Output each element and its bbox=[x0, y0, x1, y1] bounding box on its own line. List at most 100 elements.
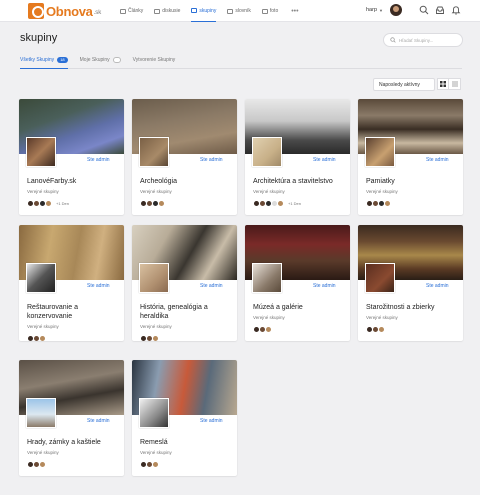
group-name[interactable]: Pamiatky bbox=[366, 177, 458, 186]
tab-count-badge bbox=[112, 57, 121, 63]
group-avatar[interactable] bbox=[252, 137, 282, 167]
nav-item-clanky[interactable]: Články bbox=[120, 0, 143, 22]
tab-my-groups[interactable]: Moje Skupiny bbox=[80, 54, 121, 69]
group-card[interactable]: Ste admin Múzeá a galérie Verejné skupin… bbox=[245, 225, 350, 341]
group-card[interactable]: Ste admin Starožitnosti a zbierky Verejn… bbox=[358, 225, 463, 341]
logo-suffix: .sk bbox=[93, 10, 102, 16]
inbox-icon[interactable] bbox=[435, 5, 445, 15]
group-avatar[interactable] bbox=[139, 263, 169, 293]
group-members bbox=[140, 335, 159, 341]
avatar[interactable] bbox=[277, 200, 284, 207]
group-card[interactable]: Ste admin Reštaurovanie a konzervovanie … bbox=[19, 225, 124, 341]
discussion-icon bbox=[154, 8, 161, 14]
avatar[interactable] bbox=[39, 335, 46, 341]
dictionary-icon bbox=[227, 8, 234, 14]
tab-label: Všetky Skupiny bbox=[20, 57, 55, 63]
admin-badge: Ste admin bbox=[200, 283, 223, 289]
group-members bbox=[27, 461, 46, 468]
user-menu[interactable]: harp ▼ bbox=[366, 4, 402, 16]
group-avatar[interactable] bbox=[139, 398, 169, 428]
group-card[interactable]: Ste admin Architektúra a stavitelstvo Ve… bbox=[245, 99, 350, 215]
avatar[interactable] bbox=[152, 335, 159, 341]
sort-select[interactable]: Naposledy aktívny bbox=[373, 78, 435, 91]
member-extra: +1 Den bbox=[56, 201, 70, 206]
nav-item-slovnik[interactable]: slovník bbox=[227, 0, 251, 22]
top-bar: Obnova .sk Články diskusie skupiny slovn… bbox=[0, 0, 480, 22]
group-type: Verejné skupiny bbox=[27, 324, 59, 329]
bell-icon[interactable] bbox=[451, 5, 461, 15]
group-name[interactable]: Archeológia bbox=[140, 177, 232, 186]
admin-badge: Ste admin bbox=[200, 418, 223, 424]
group-card[interactable]: Ste admin História, genealógia a heraldi… bbox=[132, 225, 237, 341]
admin-badge: Ste admin bbox=[426, 283, 449, 289]
admin-badge: Ste admin bbox=[313, 157, 336, 163]
group-avatar[interactable] bbox=[365, 137, 395, 167]
group-card[interactable]: Ste admin Hrady, zámky a kaštiele Verejn… bbox=[19, 360, 124, 476]
avatar[interactable] bbox=[384, 200, 391, 207]
group-avatar[interactable] bbox=[26, 263, 56, 293]
search-icon[interactable] bbox=[419, 5, 429, 15]
group-name[interactable]: Starožitnosti a zbierky bbox=[366, 303, 458, 312]
group-members: +1 Den bbox=[253, 200, 301, 207]
user-name: harp bbox=[366, 7, 378, 13]
group-name[interactable]: Múzeá a galérie bbox=[253, 303, 345, 312]
tab-create-group[interactable]: Vytvorenie Skupiny bbox=[133, 54, 176, 69]
group-name[interactable]: Hrady, zámky a kaštiele bbox=[27, 438, 119, 447]
avatar[interactable] bbox=[158, 200, 165, 207]
logo[interactable]: Obnova .sk bbox=[28, 3, 101, 19]
avatar[interactable] bbox=[389, 4, 402, 16]
tab-count-badge: 18 bbox=[57, 57, 68, 63]
main-nav: Články diskusie skupiny slovník foto ••• bbox=[120, 0, 299, 22]
nav-label: Články bbox=[128, 8, 144, 14]
tab-all-groups[interactable]: Všetky Skupiny 18 bbox=[20, 54, 68, 69]
groups-icon bbox=[191, 8, 198, 13]
nav-item-diskusie[interactable]: diskusie bbox=[154, 0, 180, 22]
tab-label: Vytvorenie Skupiny bbox=[132, 57, 176, 63]
group-card[interactable]: Ste admin Pamiatky Verejné skupiny bbox=[358, 99, 463, 215]
group-card[interactable]: Ste admin LanovéFarby.sk Verejné skupiny… bbox=[19, 99, 124, 215]
group-type: Verejné skupiny bbox=[140, 450, 172, 455]
nav-label: diskusie bbox=[162, 8, 181, 14]
nav-label: skupiny bbox=[199, 7, 217, 14]
logo-icon bbox=[28, 3, 44, 19]
group-avatar[interactable] bbox=[365, 263, 395, 293]
page-title: skupiny bbox=[20, 32, 58, 44]
view-toggle bbox=[437, 78, 461, 90]
chevron-down-icon: ▼ bbox=[379, 7, 383, 13]
admin-badge: Ste admin bbox=[200, 157, 223, 163]
avatar[interactable] bbox=[378, 326, 385, 333]
group-type: Verejné skupiny bbox=[366, 189, 398, 194]
group-type: Verejné skupiny bbox=[253, 189, 285, 194]
avatar[interactable] bbox=[45, 200, 52, 207]
nav-item-skupiny[interactable]: skupiny bbox=[191, 0, 217, 22]
group-members bbox=[366, 326, 385, 333]
group-name[interactable]: Reštaurovanie a konzervovanie bbox=[27, 303, 119, 321]
group-avatar[interactable] bbox=[26, 398, 56, 428]
group-card[interactable]: Ste admin Archeológia Verejné skupiny bbox=[132, 99, 237, 215]
avatar[interactable] bbox=[152, 461, 159, 468]
grid-view-icon[interactable] bbox=[437, 78, 449, 90]
group-avatar[interactable] bbox=[26, 137, 56, 167]
group-type: Verejné skupiny bbox=[27, 450, 59, 455]
group-type: Verejné skupiny bbox=[140, 324, 172, 329]
group-members bbox=[140, 461, 159, 468]
group-name[interactable]: Architektúra a stavitelstvo bbox=[253, 177, 345, 186]
avatar[interactable] bbox=[39, 461, 46, 468]
group-card[interactable]: Ste admin Remeslá Verejné skupiny bbox=[132, 360, 237, 476]
group-type: Verejné skupiny bbox=[140, 189, 172, 194]
group-avatar[interactable] bbox=[139, 137, 169, 167]
nav-item-foto[interactable]: foto bbox=[261, 0, 278, 22]
group-members bbox=[366, 200, 391, 207]
group-avatar[interactable] bbox=[252, 263, 282, 293]
list-view-icon[interactable] bbox=[449, 78, 461, 90]
admin-badge: Ste admin bbox=[313, 283, 336, 289]
group-name[interactable]: História, genealógia a heraldika bbox=[140, 303, 232, 321]
search-input[interactable]: Hľadať Skupiny... bbox=[383, 33, 463, 47]
nav-label: slovník bbox=[235, 8, 251, 14]
avatar[interactable] bbox=[265, 326, 272, 333]
search-placeholder: Hľadať Skupiny... bbox=[399, 37, 434, 43]
group-name[interactable]: Remeslá bbox=[140, 438, 232, 447]
group-name[interactable]: LanovéFarby.sk bbox=[27, 177, 119, 186]
more-menu-button[interactable]: ••• bbox=[291, 8, 298, 15]
group-type: Verejné skupiny bbox=[366, 315, 398, 320]
